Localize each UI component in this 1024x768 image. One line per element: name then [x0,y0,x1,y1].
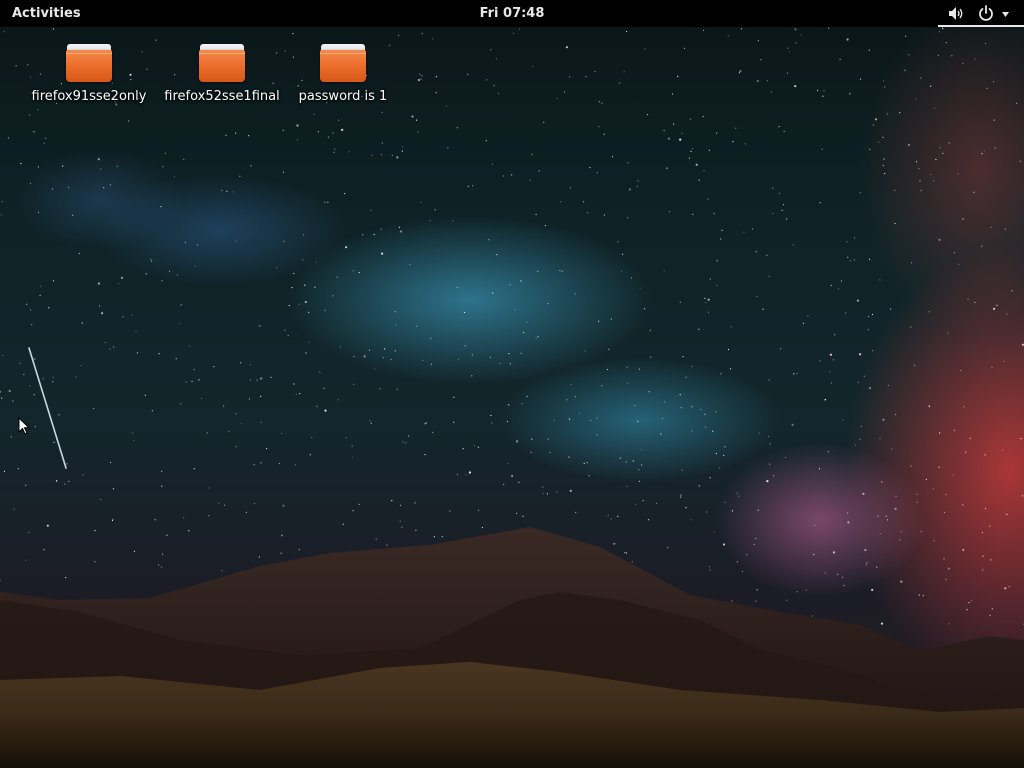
wallpaper [0,0,1024,768]
top-bar: Activities Fri 07:48 [0,0,1024,27]
desktop-screen: Activities Fri 07:48 firefox91sse2only f… [0,0,1024,768]
folder-icon [199,44,245,82]
power-icon [979,5,993,21]
chevron-down-icon [1002,12,1009,17]
volume-icon [949,7,963,20]
activities-button[interactable]: Activities [12,0,81,27]
system-status-menu[interactable] [938,0,1024,27]
folder-icon [320,44,366,82]
desktop-folder-label: password is 1 [298,89,388,104]
wallpaper-art [0,27,1024,768]
clock[interactable]: Fri 07:48 [480,6,545,21]
desktop-folder-label: firefox91sse2only [31,89,147,104]
desktop-folder-label: firefox52sse1final [164,89,280,104]
desktop-folder-firefox52sse1final[interactable]: firefox52sse1final [157,40,287,110]
mouse-pointer-icon [18,417,30,435]
desktop-folder-firefox91sse2only[interactable]: firefox91sse2only [24,40,154,110]
folder-icon [66,44,112,82]
shooting-star [28,347,67,469]
desktop-folder-password-is-1[interactable]: password is 1 [278,40,408,110]
